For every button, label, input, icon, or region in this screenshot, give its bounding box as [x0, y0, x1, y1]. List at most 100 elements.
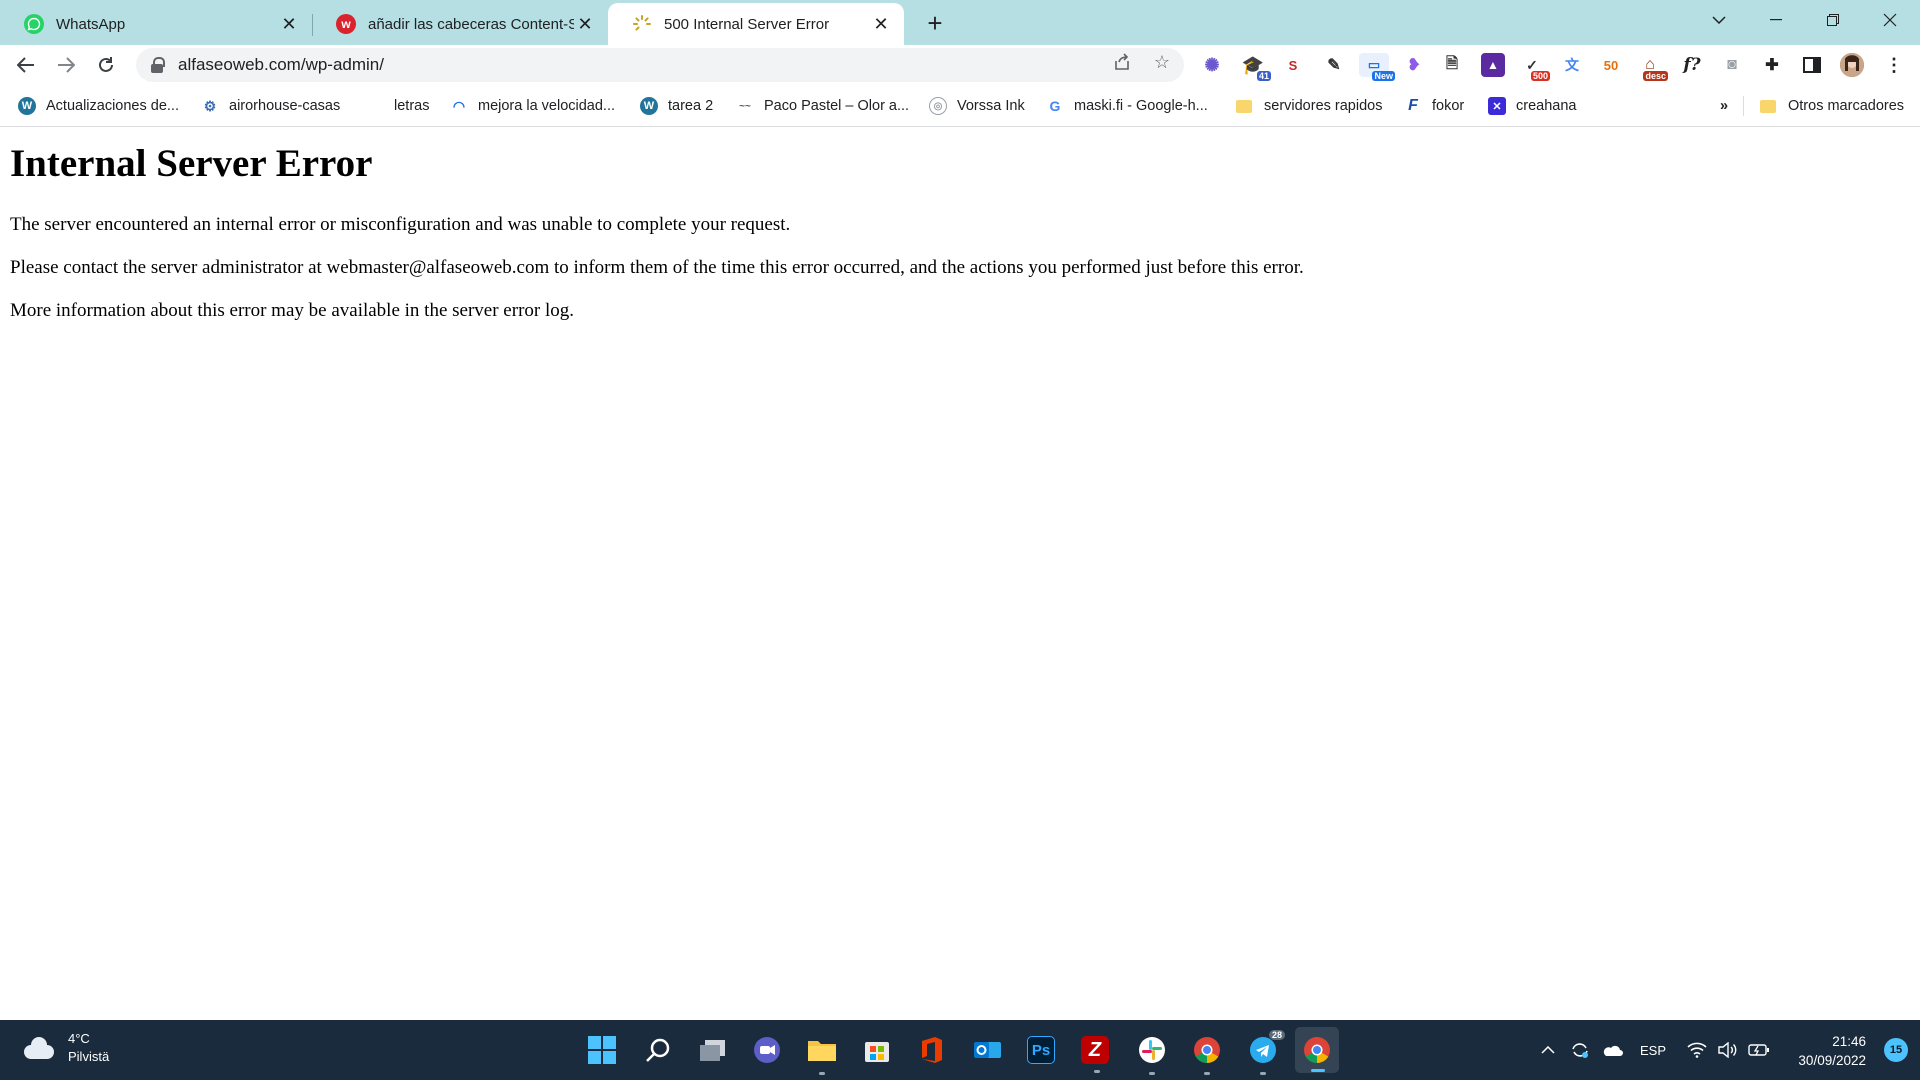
battery-icon[interactable]	[1747, 1038, 1771, 1062]
close-window-button[interactable]	[1862, 0, 1918, 40]
notification-count-badge[interactable]: 15	[1884, 1038, 1908, 1062]
tab-content-security[interactable]: w añadir las cabeceras Content-Sec ✕	[312, 3, 608, 45]
seo-icon[interactable]: S	[1281, 53, 1305, 77]
onedrive-icon[interactable]	[1600, 1038, 1624, 1062]
restore-button[interactable]	[1805, 0, 1861, 40]
heart-icon[interactable]: ❥	[1402, 53, 1426, 77]
bookmark-letras[interactable]: letras	[366, 94, 429, 118]
graduation-cap-icon[interactable]: 🎓 41	[1241, 53, 1271, 81]
search-icon[interactable]	[642, 1034, 674, 1066]
close-icon[interactable]: ✕	[574, 13, 596, 35]
windows-start-icon[interactable]	[586, 1034, 618, 1066]
puzzle-sparkle-icon[interactable]: ✺	[1200, 53, 1224, 77]
tab-whatsapp[interactable]: WhatsApp ✕	[0, 3, 312, 45]
bookmarks-overflow-button[interactable]: »	[1720, 94, 1728, 118]
wordpress-icon: W	[640, 97, 658, 115]
bookmark-label: Paco Pastel – Olor a...	[764, 98, 910, 114]
contact-message: Please contact the server administrator …	[10, 257, 1304, 278]
image-icon[interactable]: 🗎	[1440, 53, 1464, 77]
folder-icon	[1236, 99, 1252, 113]
clock[interactable]: 21:46 30/09/2022	[1798, 1032, 1866, 1070]
star-icon[interactable]: ☆	[1151, 51, 1173, 73]
slack-icon[interactable]	[1136, 1034, 1168, 1075]
chrome-profile-icon[interactable]	[1295, 1027, 1339, 1073]
tab-search-chevron-icon[interactable]	[1691, 0, 1747, 40]
chevron-up-icon[interactable]	[1536, 1038, 1560, 1062]
bookmark-servidores-rapidos[interactable]: servidores rapidos	[1236, 94, 1382, 118]
bookmark-actualizaciones[interactable]: W Actualizaciones de...	[18, 94, 179, 118]
microsoft-store-icon[interactable]	[861, 1034, 893, 1066]
filezilla-icon[interactable]: Z	[1081, 1036, 1109, 1073]
bookmark-fokor[interactable]: F fokor	[1404, 94, 1464, 118]
tab-strip: WhatsApp ✕ w añadir las cabeceras Conten…	[0, 0, 1920, 45]
extension-label: S	[1288, 57, 1298, 73]
reload-button[interactable]	[90, 49, 122, 81]
bookmark-airorhouse[interactable]: ⚙ airorhouse-casas	[201, 94, 341, 118]
share-icon[interactable]	[1111, 51, 1133, 73]
bookmark-vorssa-ink[interactable]: ◎ Vorssa Ink	[929, 94, 1025, 118]
close-icon[interactable]: ✕	[870, 13, 892, 35]
photoshop-icon[interactable]: Ps	[1027, 1036, 1055, 1064]
back-button[interactable]	[10, 49, 42, 81]
formula-icon[interactable]: f?	[1680, 53, 1704, 77]
weather-widget[interactable]: 4°C Pilvistä	[22, 1030, 109, 1066]
sidepanel-icon[interactable]	[1800, 53, 1824, 77]
log-message: More information about this error may be…	[10, 300, 574, 321]
address-bar[interactable]: alfaseoweb.com/wp-admin/	[136, 48, 1184, 82]
weather-text: 4°C Pilvistä	[68, 1030, 109, 1066]
other-bookmarks[interactable]: Otros marcadores	[1760, 94, 1904, 118]
extensions-puzzle-icon[interactable]: ✚	[1760, 53, 1784, 77]
office-icon[interactable]	[916, 1034, 948, 1066]
extension-label: f?	[1683, 55, 1701, 75]
running-indicator	[1204, 1072, 1210, 1075]
desc-icon[interactable]: ⌂ desc	[1638, 53, 1668, 81]
volume-icon[interactable]	[1716, 1038, 1740, 1062]
language-indicator[interactable]: ESP	[1638, 1038, 1668, 1062]
bookmark-label: mejora la velocidad...	[478, 98, 616, 114]
url-text[interactable]: alfaseoweb.com/wp-admin/	[178, 55, 384, 75]
running-indicator	[1149, 1072, 1155, 1075]
bookmark-creahana[interactable]: ✕ creahana	[1488, 94, 1576, 118]
extension-badge: 41	[1256, 71, 1271, 81]
http-status-icon[interactable]: ✓ 500	[1520, 53, 1550, 81]
close-icon[interactable]: ✕	[278, 13, 300, 35]
minimize-button[interactable]	[1748, 0, 1804, 40]
speed-icon: ◠	[452, 97, 466, 114]
camera-icon[interactable]: ◙	[1720, 53, 1744, 77]
bookmark-paco-pastel[interactable]: ~~ Paco Pastel – Olor a...	[736, 94, 909, 118]
globe-icon: ◎	[929, 97, 947, 115]
telegram-icon[interactable]: 28	[1247, 1030, 1285, 1075]
notification-badge: 28	[1268, 1030, 1285, 1040]
bookmark-maski[interactable]: G maski.fi - Google-h...	[1046, 94, 1208, 118]
chrome-icon[interactable]	[1191, 1034, 1223, 1075]
folder-icon	[1760, 99, 1776, 113]
wifi-icon[interactable]	[1685, 1038, 1709, 1062]
menu-icon[interactable]: ⋮	[1882, 53, 1906, 77]
bookmark-tarea-2[interactable]: W tarea 2	[640, 94, 713, 118]
google-icon: G	[1049, 98, 1061, 114]
photo-icon[interactable]: ▲	[1481, 53, 1505, 77]
forward-button[interactable]	[50, 49, 82, 81]
wordpress-icon: W	[18, 97, 36, 115]
profile-avatar[interactable]	[1840, 53, 1864, 77]
bookmark-label: Vorssa Ink	[957, 98, 1025, 114]
loading-spinner-icon	[632, 14, 652, 34]
bookmark-label: letras	[394, 98, 430, 114]
blank-icon	[366, 97, 384, 115]
pen-icon[interactable]: ✎	[1322, 53, 1346, 77]
new-extension-icon[interactable]: ▭ New	[1359, 53, 1395, 81]
translate-icon[interactable]: 文	[1560, 53, 1584, 77]
sync-icon[interactable]	[1568, 1038, 1592, 1062]
outlook-icon[interactable]	[972, 1034, 1004, 1066]
fifty-icon[interactable]: 50	[1599, 53, 1623, 77]
whatsapp-icon	[24, 14, 44, 34]
file-explorer-icon[interactable]	[806, 1034, 838, 1075]
bookmark-mejora-velocidad[interactable]: ◠ mejora la velocidad...	[450, 94, 615, 118]
new-tab-button[interactable]: +	[920, 8, 950, 38]
task-view-icon[interactable]	[697, 1034, 729, 1066]
tab-internal-server-error[interactable]: 500 Internal Server Error ✕	[608, 3, 904, 45]
lock-icon[interactable]	[150, 57, 165, 73]
extension-badge: New	[1372, 71, 1395, 81]
weather-condition: Pilvistä	[68, 1049, 110, 1064]
teams-chat-icon[interactable]	[751, 1034, 783, 1066]
